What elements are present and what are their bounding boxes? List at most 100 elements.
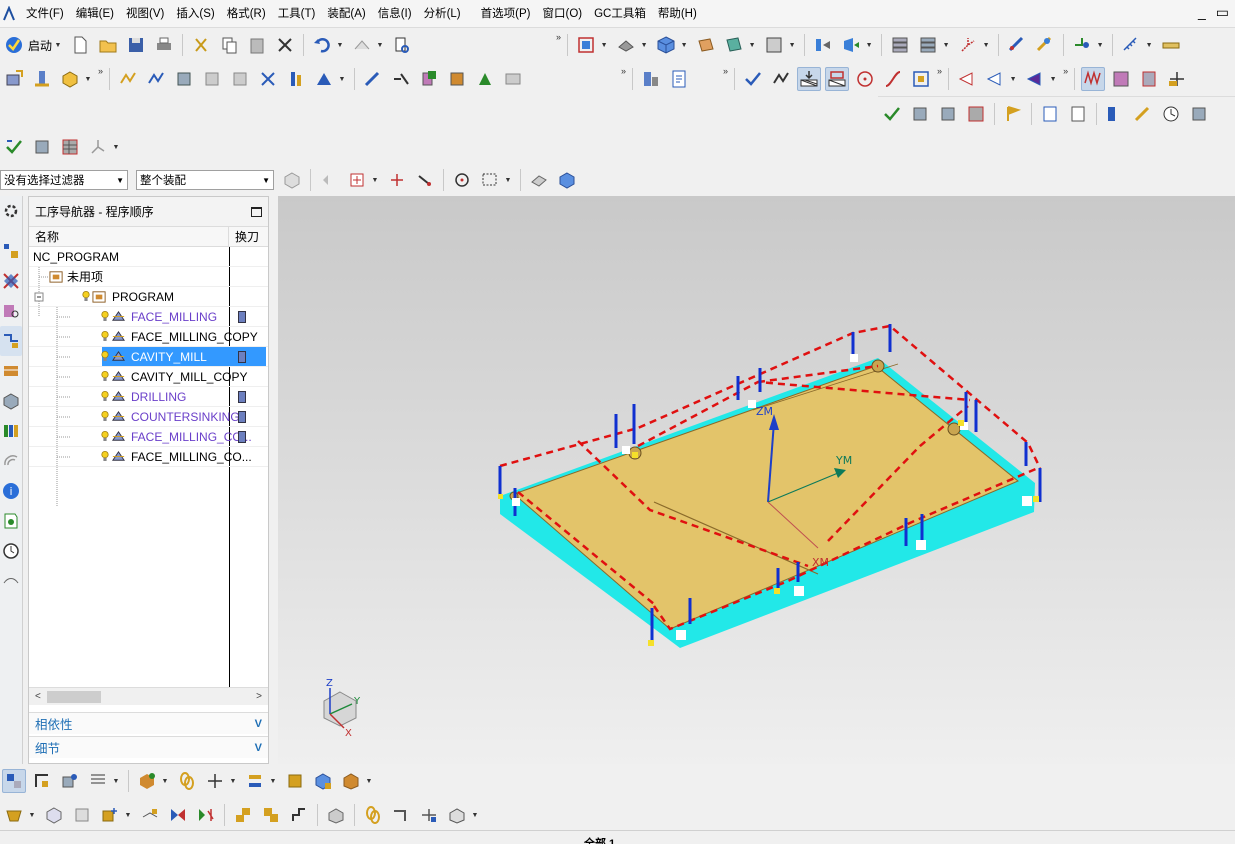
graphics-window[interactable]: ZM YM XM Z Y X bbox=[278, 196, 1235, 764]
background-dropdown-icon[interactable]: ▼ bbox=[788, 33, 796, 57]
toolbar-overflow-icon[interactable]: » bbox=[556, 32, 561, 42]
create-dropdown-icon[interactable]: ▼ bbox=[84, 67, 92, 91]
constraint-nav-tab-icon[interactable] bbox=[0, 266, 22, 296]
dimension-dropdown-icon[interactable]: ▼ bbox=[1145, 33, 1153, 57]
verify-path-icon[interactable] bbox=[200, 67, 224, 91]
mirror-icon[interactable] bbox=[166, 803, 190, 827]
repeat-dropdown-icon[interactable]: ▼ bbox=[376, 33, 384, 57]
snap-midpoint-icon[interactable] bbox=[413, 168, 437, 192]
program-row[interactable]: PROGRAM bbox=[29, 287, 268, 307]
solid-body-icon[interactable] bbox=[311, 769, 335, 793]
process-aid-icon[interactable] bbox=[1109, 67, 1133, 91]
tool-wizard-icon[interactable] bbox=[1131, 102, 1155, 126]
wire-gen-icon[interactable] bbox=[955, 67, 979, 91]
boolean-icon[interactable] bbox=[259, 803, 283, 827]
machine-tool-icon[interactable] bbox=[639, 67, 663, 91]
operation-check-icon[interactable] bbox=[741, 67, 765, 91]
add-component-icon[interactable] bbox=[135, 769, 159, 793]
rect-select-icon[interactable] bbox=[478, 168, 502, 192]
display-object-icon[interactable] bbox=[501, 67, 525, 91]
wave-link-icon[interactable] bbox=[283, 769, 307, 793]
add-dropdown-icon[interactable]: ▼ bbox=[161, 769, 169, 793]
scroll-thumb[interactable] bbox=[47, 690, 101, 703]
start-dropdown-icon[interactable]: ▼ bbox=[54, 33, 62, 57]
solid-icon[interactable] bbox=[555, 168, 579, 192]
region-dropdown-icon[interactable]: ▼ bbox=[1049, 67, 1057, 91]
operation-row[interactable]: FACE_MILLING_COPY bbox=[29, 327, 268, 347]
horizontal-scrollbar[interactable]: < > bbox=[29, 687, 268, 705]
dependencies-panel-header[interactable]: 相依性 V bbox=[29, 712, 268, 734]
wcs-dropdown-icon[interactable]: ▼ bbox=[982, 33, 990, 57]
shaded-cube-icon[interactable] bbox=[654, 33, 678, 57]
delete-path-icon[interactable] bbox=[256, 67, 280, 91]
snap-point-icon[interactable] bbox=[1070, 33, 1094, 57]
assembly-nav-icon[interactable] bbox=[2, 769, 26, 793]
move-to-layer-icon[interactable] bbox=[722, 33, 746, 57]
toolbar-overflow-icon[interactable]: » bbox=[937, 66, 942, 76]
repeat-command-icon[interactable] bbox=[350, 33, 374, 57]
snap-dropdown-icon[interactable]: ▼ bbox=[1096, 33, 1104, 57]
cut-icon[interactable] bbox=[189, 33, 213, 57]
wcs-icon[interactable] bbox=[956, 33, 980, 57]
simulate-icon[interactable] bbox=[228, 67, 252, 91]
block-icon[interactable] bbox=[42, 803, 66, 827]
operation-nav-tab-icon[interactable] bbox=[0, 326, 22, 356]
copy-object-icon[interactable] bbox=[417, 67, 441, 91]
group-icon[interactable] bbox=[30, 135, 54, 159]
machine-nav-tab-icon[interactable] bbox=[0, 356, 22, 386]
clock-tab-icon[interactable] bbox=[0, 536, 22, 566]
history-tab-icon[interactable] bbox=[0, 506, 22, 536]
background-color-icon[interactable] bbox=[762, 33, 786, 57]
move-component-icon[interactable] bbox=[243, 769, 267, 793]
measure-icon[interactable] bbox=[1005, 33, 1029, 57]
add-part-dropdown-icon[interactable]: ▼ bbox=[124, 803, 132, 827]
menu-window[interactable]: 窗口(O) bbox=[536, 0, 588, 28]
shell-icon[interactable] bbox=[324, 803, 348, 827]
scroll-right-icon[interactable]: > bbox=[256, 691, 262, 702]
details-panel-header[interactable]: 细节 V bbox=[29, 736, 268, 758]
menu-preferences[interactable]: 首选项(P) bbox=[475, 0, 537, 28]
snap-endpoint-icon[interactable] bbox=[385, 168, 409, 192]
scope-select[interactable]: 整个装配 ▼ bbox=[136, 170, 274, 190]
center-icon[interactable] bbox=[450, 168, 474, 192]
wire-path-icon[interactable] bbox=[983, 67, 1007, 91]
paste-icon[interactable] bbox=[245, 33, 269, 57]
toolbar-overflow-icon[interactable]: » bbox=[1063, 66, 1068, 76]
fit-view-icon[interactable] bbox=[574, 33, 598, 57]
menu-gc-toolbox[interactable]: GC工具箱 bbox=[588, 0, 652, 28]
table-icon[interactable] bbox=[58, 135, 82, 159]
cut-object-icon[interactable] bbox=[389, 67, 413, 91]
display-dropdown-icon[interactable]: ▼ bbox=[865, 33, 873, 57]
print-icon[interactable] bbox=[152, 33, 176, 57]
arrangement-dropdown-icon[interactable]: ▼ bbox=[112, 769, 120, 793]
layer-dropdown-icon[interactable]: ▼ bbox=[748, 33, 756, 57]
undo-icon[interactable] bbox=[310, 33, 334, 57]
menu-analysis[interactable]: 分析(L) bbox=[418, 0, 467, 28]
selection-settings-icon[interactable] bbox=[280, 168, 304, 192]
chain-icon[interactable] bbox=[175, 769, 199, 793]
move-dropdown-icon[interactable]: ▼ bbox=[269, 769, 277, 793]
transform-icon[interactable] bbox=[473, 67, 497, 91]
type-filter-select[interactable]: 没有选择过滤器 ▼ bbox=[0, 170, 128, 190]
operation-row[interactable]: COUNTERSINKING bbox=[29, 407, 268, 427]
report-icon[interactable] bbox=[1038, 102, 1062, 126]
create-program-icon[interactable] bbox=[2, 67, 26, 91]
time-icon[interactable] bbox=[1159, 102, 1183, 126]
operation-row[interactable]: FACE_MILLING bbox=[29, 307, 268, 327]
flag-icon[interactable] bbox=[1001, 102, 1025, 126]
analysis-icon[interactable] bbox=[1033, 33, 1057, 57]
plus-dropdown-icon[interactable]: ▼ bbox=[229, 769, 237, 793]
split-icon[interactable] bbox=[194, 803, 218, 827]
menu-view[interactable]: 视图(V) bbox=[120, 0, 170, 28]
column-name-header[interactable]: 名称 bbox=[29, 227, 229, 246]
operation-row[interactable]: FACE_MILLING_CO... bbox=[29, 447, 268, 467]
component-icon[interactable] bbox=[58, 769, 82, 793]
approve-icon[interactable] bbox=[2, 135, 26, 159]
add-feature-icon[interactable] bbox=[1165, 67, 1189, 91]
toolbar-overflow-icon[interactable]: » bbox=[98, 66, 103, 76]
scroll-left-icon[interactable]: < bbox=[35, 691, 41, 702]
restore-icon[interactable]: ▭ bbox=[1216, 4, 1229, 21]
check-verify-icon[interactable] bbox=[880, 102, 904, 126]
menu-assembly[interactable]: 装配(A) bbox=[321, 0, 371, 28]
create-tool-icon[interactable] bbox=[30, 67, 54, 91]
